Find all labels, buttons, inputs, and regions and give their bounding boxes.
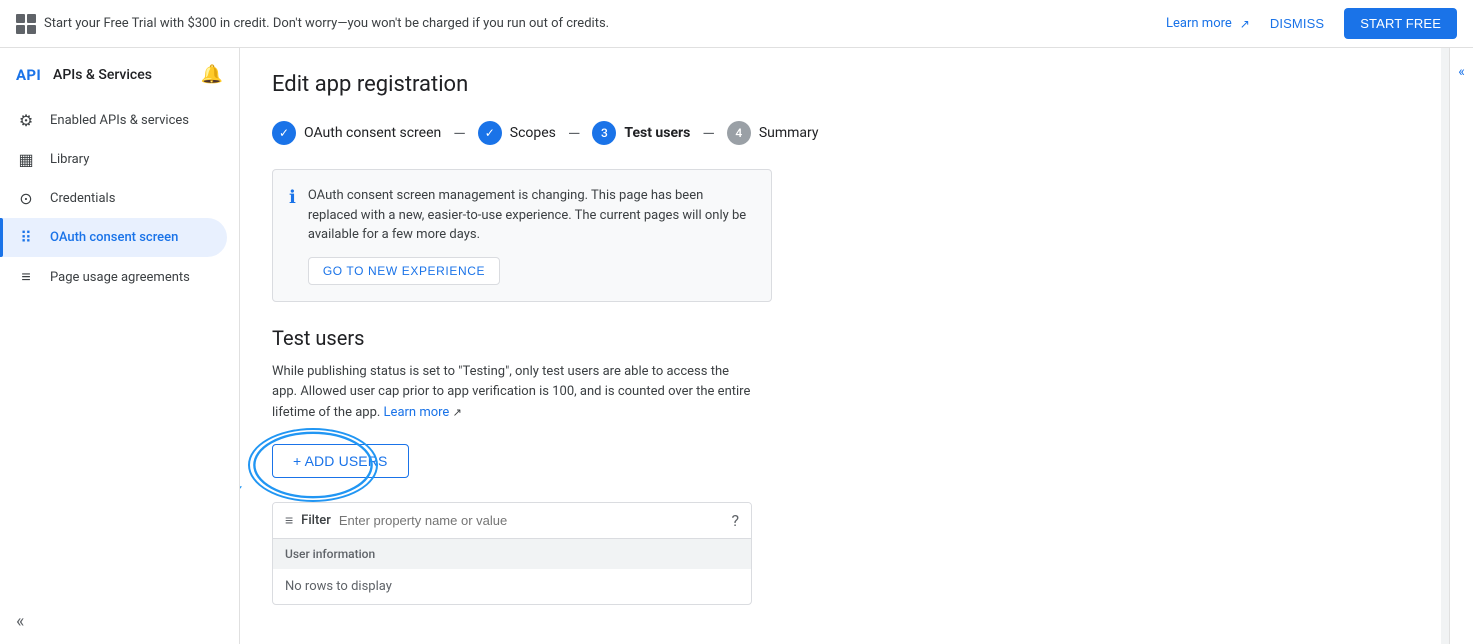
step-oauth: ✓ OAuth consent screen — [272, 121, 441, 145]
sidebar-item-label: Credentials — [50, 191, 115, 206]
grid-icon — [16, 14, 36, 34]
sidebar-header: API APIs & Services 🔔 — [0, 48, 239, 93]
step-circle-test-users: 3 — [592, 121, 616, 145]
filter-input[interactable] — [339, 513, 724, 528]
go-to-new-experience-button[interactable]: GO TO NEW EXPERIENCE — [308, 257, 500, 285]
step-circle-scopes: ✓ — [478, 121, 502, 145]
sidebar-item-label: Library — [50, 152, 89, 167]
step-scopes: ✓ Scopes — [478, 121, 556, 145]
table-filter-row: ≡ Filter ? — [273, 503, 751, 539]
step-sep-3: — — [702, 124, 715, 143]
add-users-button[interactable]: + ADD USERS — [272, 444, 409, 478]
info-box-text: OAuth consent screen management is chang… — [308, 188, 746, 242]
sidebar-collapse-button[interactable]: « — [0, 599, 239, 644]
test-users-description: While publishing status is set to "Testi… — [272, 362, 752, 424]
dismiss-button[interactable]: DISMISS — [1258, 8, 1336, 39]
sidebar-item-label: Enabled APIs & services — [50, 113, 189, 128]
step-circle-summary: 4 — [727, 121, 751, 145]
top-banner: Start your Free Trial with $300 in credi… — [0, 0, 1473, 48]
oauth-icon: ⠿ — [16, 228, 36, 247]
sidebar-nav: ⚙ Enabled APIs & services ▦ Library ⊙ Cr… — [0, 101, 239, 297]
credentials-icon: ⊙ — [16, 189, 36, 208]
filter-icon: ≡ — [285, 512, 293, 529]
learn-more-link[interactable]: Learn more — [384, 405, 450, 420]
collapse-icon: « — [16, 611, 24, 632]
banner-learn-more-link[interactable]: Learn more — [1166, 16, 1232, 31]
step-label-oauth: OAuth consent screen — [304, 125, 441, 141]
sidebar: API APIs & Services 🔔 ⚙ Enabled APIs & s… — [0, 48, 240, 644]
sidebar-item-label: OAuth consent screen — [50, 230, 178, 245]
external-link-icon-2: ↗ — [453, 406, 462, 419]
sidebar-item-label: Page usage agreements — [50, 270, 190, 285]
page-title: Edit app registration — [272, 72, 1409, 97]
app-layout: API APIs & Services 🔔 ⚙ Enabled APIs & s… — [0, 48, 1473, 644]
sidebar-item-enabled-apis[interactable]: ⚙ Enabled APIs & services — [0, 101, 227, 140]
settings-icon: ⚙ — [16, 111, 36, 130]
annotation-arrow — [240, 480, 260, 536]
user-table: ≡ Filter ? User information No rows to d… — [272, 502, 752, 605]
sidebar-title: APIs & Services — [53, 67, 152, 83]
banner-text: Start your Free Trial with $300 in credi… — [44, 16, 1158, 31]
notification-icon[interactable]: 🔔 — [201, 64, 223, 85]
step-summary: 4 Summary — [727, 121, 819, 145]
table-empty-row: No rows to display — [273, 569, 751, 604]
stepper: ✓ OAuth consent screen — ✓ Scopes — 3 Te… — [272, 121, 1409, 145]
step-circle-oauth: ✓ — [272, 121, 296, 145]
scroll-track[interactable] — [1441, 48, 1449, 644]
step-test-users: 3 Test users — [592, 121, 690, 145]
sidebar-item-page-usage[interactable]: ≡ Page usage agreements — [0, 257, 227, 297]
save-and-continue-button[interactable]: SAVE AND CONTINUE — [272, 637, 419, 644]
library-icon: ▦ — [16, 150, 36, 169]
right-collapse-button[interactable]: « — [1449, 48, 1473, 644]
filter-help-icon[interactable]: ? — [731, 511, 739, 530]
test-users-section-title: Test users — [272, 326, 1409, 350]
step-label-test-users: Test users — [624, 125, 690, 141]
info-box-content: OAuth consent screen management is chang… — [308, 186, 755, 285]
cancel-button[interactable]: CANCEL — [435, 637, 492, 644]
start-free-button[interactable]: START FREE — [1344, 8, 1457, 39]
table-header: User information — [273, 539, 751, 569]
page-usage-icon: ≡ — [16, 267, 36, 287]
right-collapse-icon: « — [1458, 64, 1465, 80]
external-link-icon: ↗ — [1240, 17, 1250, 31]
filter-label: Filter — [301, 513, 331, 528]
info-icon: ℹ — [289, 187, 296, 285]
sidebar-item-oauth-consent[interactable]: ⠿ OAuth consent screen — [0, 218, 227, 257]
step-sep-2: — — [568, 124, 581, 143]
info-box: ℹ OAuth consent screen management is cha… — [272, 169, 772, 302]
api-badge: API — [16, 66, 41, 84]
step-label-scopes: Scopes — [510, 125, 556, 141]
sidebar-item-library[interactable]: ▦ Library — [0, 140, 227, 179]
sidebar-item-credentials[interactable]: ⊙ Credentials — [0, 179, 227, 218]
bottom-actions: SAVE AND CONTINUE CANCEL — [272, 629, 1409, 644]
add-users-wrapper: + ADD USERS — [272, 444, 409, 478]
main-content: Edit app registration ✓ OAuth consent sc… — [240, 48, 1441, 644]
step-label-summary: Summary — [759, 125, 819, 141]
step-sep-1: — — [453, 124, 466, 143]
